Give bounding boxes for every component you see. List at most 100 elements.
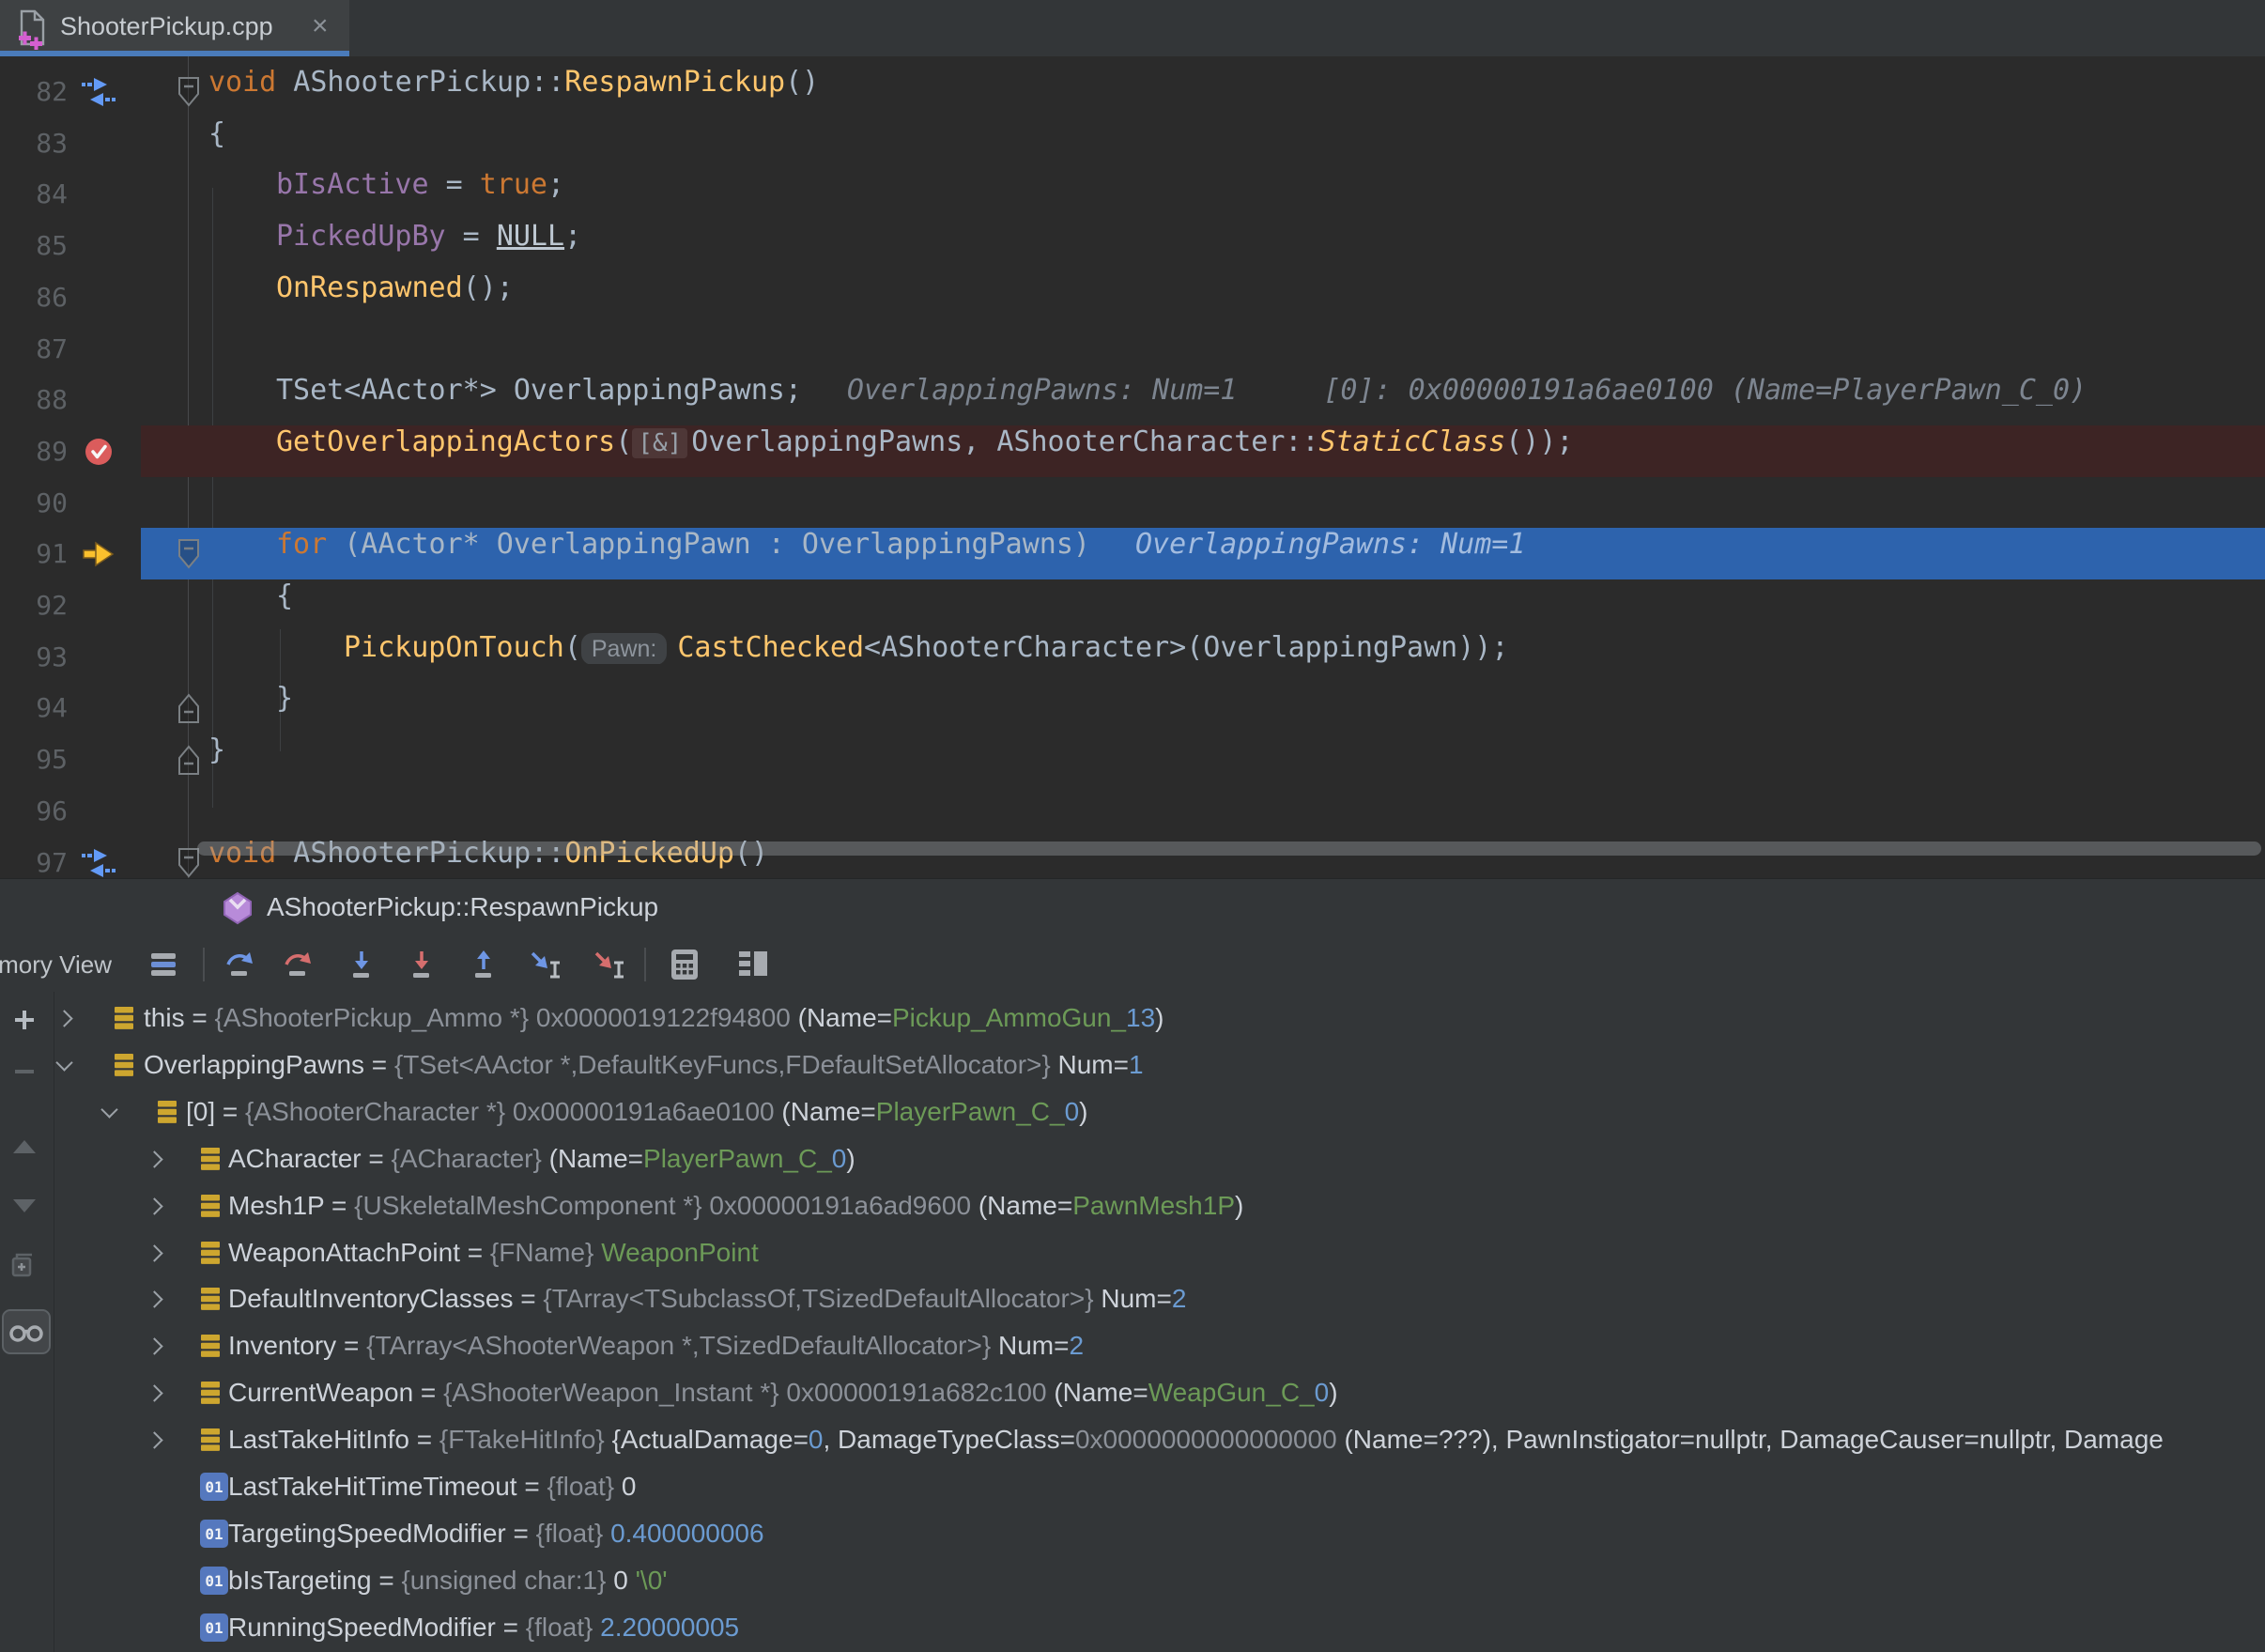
debugger-inline-hint: OverlappingPawns: Num=1 [1135, 528, 1525, 561]
debug-panel: AShooterPickup::RespawnPickup Memory Vie… [0, 878, 2265, 1652]
toolbar-separator [644, 948, 646, 981]
variable-text: Inventory = {TArray<AShooterWeapon *,TSi… [228, 1322, 1084, 1369]
collapse-chevron-icon[interactable] [55, 1054, 72, 1071]
memory-view-label[interactable]: Memory View [0, 937, 112, 992]
fold-marker-icon[interactable] [175, 682, 203, 733]
variable-text: WeaponAttachPoint = {FName} WeaponPoint [228, 1229, 759, 1276]
stack-frame[interactable]: AShooterPickup::RespawnPickup [0, 879, 2265, 937]
variable-row-mesh1p[interactable]: Mesh1P = {USkeletalMeshComponent *} 0x00… [54, 1182, 2265, 1229]
variable-row-acharacter[interactable]: ACharacter = {ACharacter} (Name=PlayerPa… [54, 1135, 2265, 1182]
line-number[interactable]: 96 [0, 785, 68, 837]
code-text: PickupOnTouch(Pawn:CastChecked<AShooterC… [0, 631, 2265, 664]
struct-variable-icon [200, 1241, 221, 1270]
variable-text: LastTakeHitInfo = {FTakeHitInfo} {Actual… [228, 1416, 2164, 1463]
fold-marker-icon[interactable] [175, 733, 203, 785]
menu-icon[interactable] [143, 944, 184, 985]
step-over-button[interactable] [219, 944, 260, 985]
ide-window: ShooterPickup.cpp × 82void AShooterPicku… [0, 0, 2265, 1652]
code-text: void AShooterPickup::RespawnPickup() [0, 66, 2265, 99]
struct-variable-icon [200, 1194, 221, 1223]
code-text: GetOverlappingActors([&]OverlappingPawns… [0, 425, 2265, 458]
debug-toolbar: Memory View [0, 937, 2265, 992]
code-editor[interactable]: 82void AShooterPickup::RespawnPickup()83… [0, 56, 2265, 878]
expand-chevron-icon[interactable] [146, 1290, 162, 1307]
variable-row-overlappingpawns[interactable]: OverlappingPawns = {TSet<AActor *,Defaul… [54, 1042, 2265, 1088]
code-line-86: 86OnRespawned(); [0, 271, 2265, 323]
remove-watch-button[interactable] [4, 1051, 45, 1092]
variable-row-inventory[interactable]: Inventory = {TArray<AShooterWeapon *,TSi… [54, 1322, 2265, 1369]
variable-row-runningspeedmodifier[interactable]: 01RunningSpeedModifier = {float} 2.20000… [54, 1604, 2265, 1651]
force-run-to-cursor-button[interactable] [588, 944, 629, 985]
variable-row-defaultinventoryclasses[interactable]: DefaultInventoryClasses = {TArray<TSubcl… [54, 1275, 2265, 1322]
struct-variable-icon [200, 1428, 221, 1457]
code-line-91: 91for (AActor* OverlappingPawn : Overlap… [0, 528, 2265, 579]
expand-chevron-icon[interactable] [146, 1431, 162, 1448]
variable-text: TargetingSpeedModifier = {float} 0.40000… [228, 1510, 764, 1557]
force-step-into-button[interactable] [401, 944, 442, 985]
tab-close-icon[interactable]: × [312, 0, 329, 53]
variable-text: LastTakeHitTimeTimeout = {float} 0 [228, 1463, 636, 1510]
tab-title: ShooterPickup.cpp [60, 0, 273, 53]
expand-chevron-icon[interactable] [146, 1337, 162, 1354]
debugger-inline-hint: [0]: 0x00000191a6ae0100 (Name=PlayerPawn… [1323, 374, 2087, 407]
variables-tree: this = {AShooterPickup_Ammo *} 0x0000019… [54, 995, 2265, 1652]
code-line-89: 89GetOverlappingActors([&]OverlappingPaw… [0, 425, 2265, 477]
step-into-button[interactable] [341, 944, 382, 985]
toolbar-separator [203, 948, 205, 981]
code-text: { [0, 579, 2265, 612]
tab-shooterpickup-cpp[interactable]: ShooterPickup.cpp × [0, 0, 349, 56]
variable-row-weaponattachpoint[interactable]: WeaponAttachPoint = {FName} WeaponPoint [54, 1229, 2265, 1276]
variable-row-lasttakehittimetimeout[interactable]: 01LastTakeHitTimeTimeout = {float} 0 [54, 1463, 2265, 1510]
horizontal-scrollbar[interactable] [197, 841, 2261, 856]
variable-text: ACharacter = {ACharacter} (Name=PlayerPa… [228, 1135, 855, 1182]
variable-row-0[interactable]: [0] = {AShooterCharacter *} 0x00000191a6… [54, 1088, 2265, 1135]
variable-row-targetingspeedmodifier[interactable]: 01TargetingSpeedModifier = {float} 0.400… [54, 1510, 2265, 1557]
code-text: } [0, 733, 2265, 766]
variable-text: this = {AShooterPickup_Ammo *} 0x0000019… [144, 995, 1164, 1042]
struct-variable-icon [114, 1006, 134, 1035]
force-step-over-button[interactable] [277, 944, 318, 985]
code-line-88: 88TSet<AActor*> OverlappingPawns;Overlap… [0, 374, 2265, 425]
variable-text: RunningSpeedModifier = {float} 2.2000000… [228, 1604, 739, 1651]
collapse-chevron-icon[interactable] [100, 1101, 117, 1118]
struct-variable-icon [200, 1287, 221, 1316]
variable-text: [0] = {AShooterCharacter *} 0x00000191a6… [186, 1088, 1087, 1135]
expand-chevron-icon[interactable] [146, 1384, 162, 1401]
code-line-96: 96 [0, 785, 2265, 837]
cpp-file-icon [15, 8, 47, 54]
debugger-inline-hint: OverlappingPawns: Num=1 [847, 374, 1237, 407]
line-number[interactable]: 90 [0, 477, 68, 529]
duplicate-watch-button[interactable] [4, 1243, 45, 1285]
add-watch-button[interactable] [4, 999, 45, 1041]
code-text: PickedUpBy = NULL; [0, 220, 2265, 253]
fold-marker-icon[interactable] [175, 66, 203, 117]
struct-variable-icon [200, 1147, 221, 1176]
struct-variable-icon [200, 1381, 221, 1410]
expand-chevron-icon[interactable] [55, 1010, 72, 1027]
expand-chevron-icon[interactable] [146, 1150, 162, 1167]
fold-marker-icon[interactable] [175, 528, 203, 579]
layout-button[interactable] [732, 944, 774, 985]
variable-row-currentweapon[interactable]: CurrentWeapon = {AShooterWeapon_Instant … [54, 1369, 2265, 1416]
run-to-cursor-button[interactable] [524, 944, 565, 985]
code-line-84: 84bIsActive = true; [0, 168, 2265, 220]
code-line-92: 92{ [0, 579, 2265, 631]
variable-row-bistargeting[interactable]: 01bIsTargeting = {unsigned char:1} 0 '\0… [54, 1557, 2265, 1604]
step-out-button[interactable] [463, 944, 504, 985]
code-text: } [0, 682, 2265, 715]
variable-text: OverlappingPawns = {TSet<AActor *,Defaul… [144, 1042, 1144, 1088]
struct-variable-icon [157, 1100, 177, 1129]
move-up-button[interactable] [4, 1126, 45, 1167]
variable-row-lasttakehitinfo[interactable]: LastTakeHitInfo = {FTakeHitInfo} {Actual… [54, 1416, 2265, 1463]
expand-chevron-icon[interactable] [146, 1197, 162, 1214]
move-down-button[interactable] [4, 1185, 45, 1227]
expand-chevron-icon[interactable] [146, 1244, 162, 1261]
line-number[interactable]: 87 [0, 323, 68, 375]
evaluate-button[interactable] [664, 944, 705, 985]
method-frame-icon [222, 891, 254, 930]
variable-row-this[interactable]: this = {AShooterPickup_Ammo *} 0x0000019… [54, 995, 2265, 1042]
code-text: { [0, 117, 2265, 150]
code-line-83: 83{ [0, 117, 2265, 169]
show-watches-button[interactable] [2, 1309, 51, 1354]
primitive-value-icon: 01 [200, 1520, 228, 1552]
